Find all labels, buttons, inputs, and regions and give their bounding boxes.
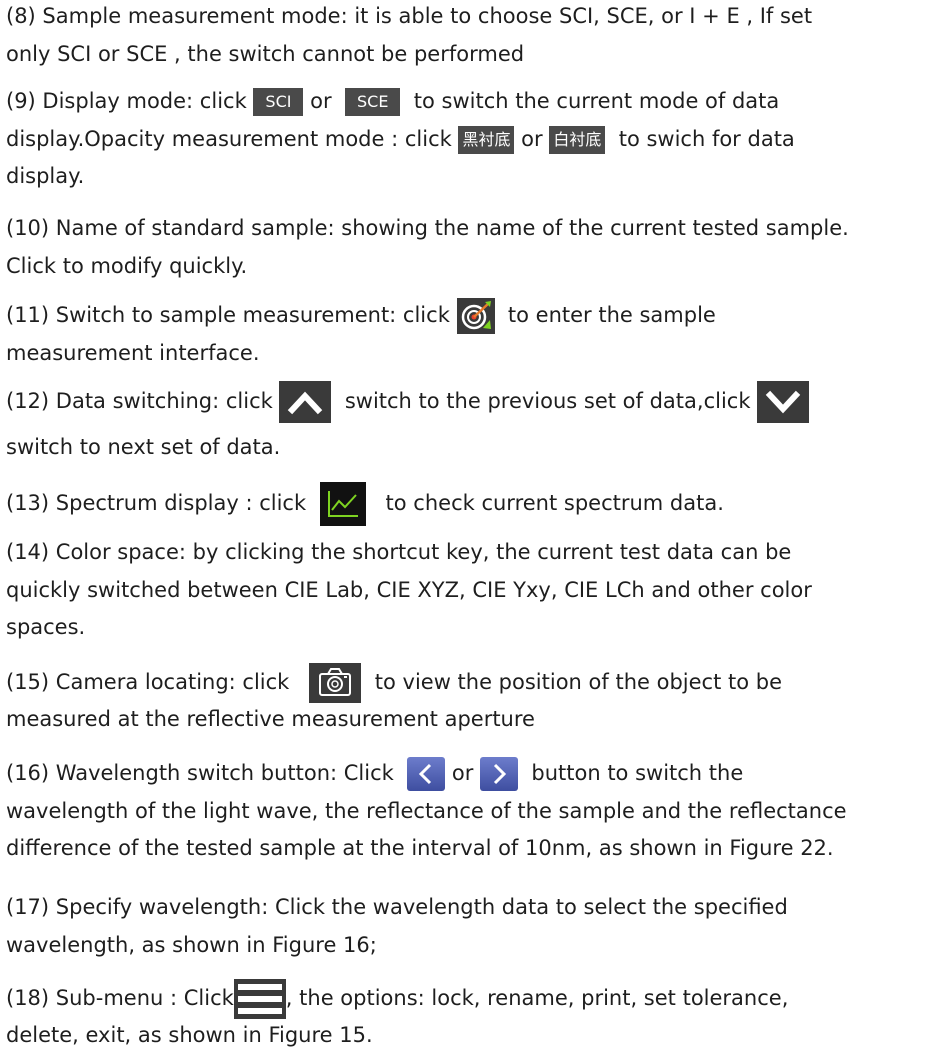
item-18: (18) Sub-menu : Click , the options: loc… [6, 979, 921, 1054]
chevron-left-icon[interactable] [407, 757, 445, 791]
item-14-line-1: (14) Color space: by clicking the shortc… [6, 534, 921, 572]
item-16-text-a: (16) Wavelength switch button: Click [6, 761, 400, 785]
item-17-line-2: wavelength, as shown in Figure 16; [6, 927, 921, 965]
item-16-text-b: button to switch the [525, 761, 744, 785]
sci-button[interactable]: SCI [253, 88, 303, 116]
item-10-line-2: Click to modify quickly. [6, 248, 921, 286]
item-12-line-2: switch to next set of data. [6, 429, 921, 467]
item-9-text-d: to swich for data [612, 127, 795, 151]
sce-button[interactable]: SCE [345, 88, 400, 116]
item-15-line-2: measured at the reflective measurement a… [6, 701, 921, 739]
item-18-text-a: (18) Sub-menu : Click [6, 986, 234, 1010]
item-13-text-b: to check current spectrum data. [379, 491, 724, 515]
item-16: (16) Wavelength switch button: Click or … [6, 755, 921, 868]
camera-icon[interactable] [309, 663, 361, 703]
item-16-line-2: wavelength of the light wave, the reflec… [6, 793, 921, 831]
item-15-text-b: to view the position of the object to be [368, 670, 782, 694]
item-18-line-2: delete, exit, as shown in Figure 15. [6, 1017, 921, 1054]
item-11-text-b: to enter the sample [501, 303, 716, 327]
spectrum-chart-icon[interactable] [320, 482, 366, 526]
item-13-text-a: (13) Spectrum display : click [6, 491, 313, 515]
item-15-text-a: (15) Camera locating: click [6, 670, 296, 694]
item-16-line-3: difference of the tested sample at the i… [6, 830, 921, 868]
item-12-text-b: switch to the previous set of data,click [338, 389, 757, 413]
black-background-button[interactable]: 黑衬底 [458, 126, 514, 154]
target-icon[interactable] [457, 298, 495, 334]
item-15: (15) Camera locating: click to view the … [6, 663, 921, 738]
item-17-line-1: (17) Specify wavelength: Click the wavel… [6, 889, 921, 927]
item-14-line-2: quickly switched between CIE Lab, CIE XY… [6, 572, 921, 610]
item-9-or-1: or [303, 89, 338, 113]
item-8-line-2: only SCI or SCE , the switch cannot be p… [6, 36, 921, 74]
chevron-right-icon[interactable] [480, 757, 518, 791]
chevron-down-icon[interactable] [757, 381, 809, 423]
item-14-line-3: spaces. [6, 609, 921, 647]
item-18-text-b: , the options: lock, rename, print, set … [286, 986, 789, 1010]
item-17: (17) Specify wavelength: Click the wavel… [6, 889, 921, 964]
item-10: (10) Name of standard sample: showing th… [6, 210, 921, 285]
item-9-text-b: to switch the current mode of data [414, 89, 780, 113]
item-9: (9) Display mode: click SCI or SCE to sw… [6, 83, 921, 196]
item-11-text-a: (11) Switch to sample measurement: click [6, 303, 457, 327]
item-12-text-a: (12) Data switching: click [6, 389, 279, 413]
white-background-button[interactable]: 白衬底 [549, 126, 605, 154]
chevron-up-icon[interactable] [279, 381, 331, 423]
item-16-or: or [445, 761, 480, 785]
item-8: (8) Sample measurement mode: it is able … [6, 0, 921, 73]
item-14: (14) Color space: by clicking the shortc… [6, 534, 921, 647]
item-8-line-1: (8) Sample measurement mode: it is able … [6, 0, 921, 36]
item-9-text-a: (9) Display mode: click [6, 89, 253, 113]
item-11-line-2: measurement interface. [6, 335, 921, 373]
item-9-text-e: display. [6, 158, 921, 196]
item-11: (11) Switch to sample measurement: click… [6, 297, 921, 372]
item-13: (13) Spectrum display : click to check c… [6, 482, 921, 520]
item-9-text-c: display.Opacity measurement mode : click [6, 127, 458, 151]
item-12: (12) Data switching: click switch to the… [6, 381, 921, 466]
hamburger-menu-icon[interactable] [234, 979, 286, 1019]
item-10-line-1: (10) Name of standard sample: showing th… [6, 210, 921, 248]
item-9-or-2: or [514, 127, 549, 151]
